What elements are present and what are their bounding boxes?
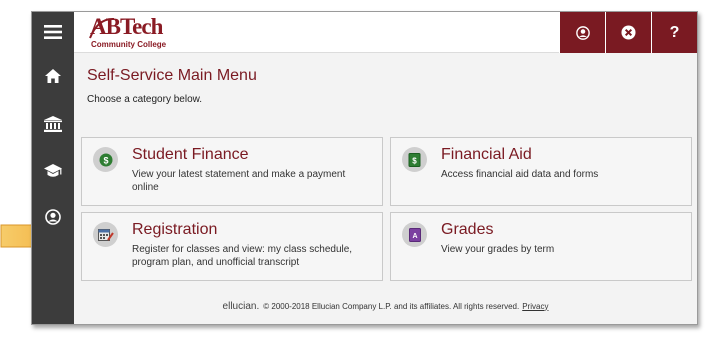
card-title: Student Finance [132, 146, 249, 163]
help-button[interactable]: ? [651, 12, 697, 53]
top-bar: ABTech Community College ? [74, 12, 697, 53]
user-menu-button[interactable] [559, 12, 605, 53]
sidebar-item-finance[interactable] [32, 108, 74, 140]
menu-icon [44, 25, 62, 39]
card-icon-circle: $ [402, 147, 427, 172]
card-registration[interactable]: Registration Register for classes and vi… [81, 212, 383, 281]
money-document-icon: $ [408, 152, 421, 167]
svg-text:$: $ [412, 156, 417, 165]
card-financial-aid[interactable]: $ Financial Aid Access financial aid dat… [390, 137, 692, 206]
card-description: View your grades by term [441, 244, 555, 255]
card-grades[interactable]: A Grades View your grades by term [390, 212, 692, 281]
svg-text:A: A [412, 233, 417, 240]
footer-brand: ellucian. [222, 300, 260, 312]
page-title: Self-Service Main Menu [87, 67, 257, 84]
college-logo[interactable]: ABTech Community College [89, 14, 170, 51]
card-title: Grades [441, 221, 494, 238]
card-icon-circle: $ [93, 147, 118, 172]
card-description: Access financial aid data and forms [441, 169, 599, 180]
main-content: Self-Service Main Menu Choose a category… [74, 54, 697, 324]
footer: ellucian. © 2000-2018 Ellucian Company L… [74, 288, 697, 324]
card-description: View your latest statement and make a pa… [132, 169, 346, 193]
footer-copyright: © 2000-2018 Ellucian Company L.P. and it… [263, 301, 520, 311]
card-student-finance[interactable]: $ Student Finance View your latest state… [81, 137, 383, 206]
logo-text: ABTech [90, 14, 163, 39]
home-icon [45, 69, 61, 83]
card-title: Registration [132, 221, 218, 238]
card-icon-circle [93, 222, 118, 247]
page-subtitle: Choose a category below. [87, 94, 203, 105]
grade-book-icon: A [408, 227, 421, 242]
close-circle-icon [621, 25, 636, 40]
bank-icon [44, 116, 62, 132]
sign-out-button[interactable] [605, 12, 651, 53]
sidebar-item-academics[interactable] [32, 155, 74, 187]
user-circle-icon [45, 209, 61, 225]
svg-text:$: $ [103, 155, 108, 165]
sidebar-item-profile[interactable] [32, 201, 74, 233]
sidebar [32, 12, 74, 324]
app-window: ABTech Community College ? Self-Service … [31, 11, 698, 325]
privacy-link[interactable]: Privacy [522, 302, 548, 311]
card-title: Financial Aid [441, 146, 532, 163]
dollar-icon: $ [99, 153, 112, 166]
menu-button[interactable] [32, 16, 74, 48]
user-circle-icon [575, 25, 590, 40]
logo-subtext: Community College [91, 40, 167, 49]
card-description: Register for classes and view: my class … [132, 244, 353, 268]
calendar-edit-icon [97, 228, 114, 241]
card-icon-circle: A [402, 222, 427, 247]
help-icon: ? [669, 23, 680, 41]
sidebar-item-home[interactable] [32, 60, 74, 92]
graduation-cap-icon [44, 164, 62, 177]
